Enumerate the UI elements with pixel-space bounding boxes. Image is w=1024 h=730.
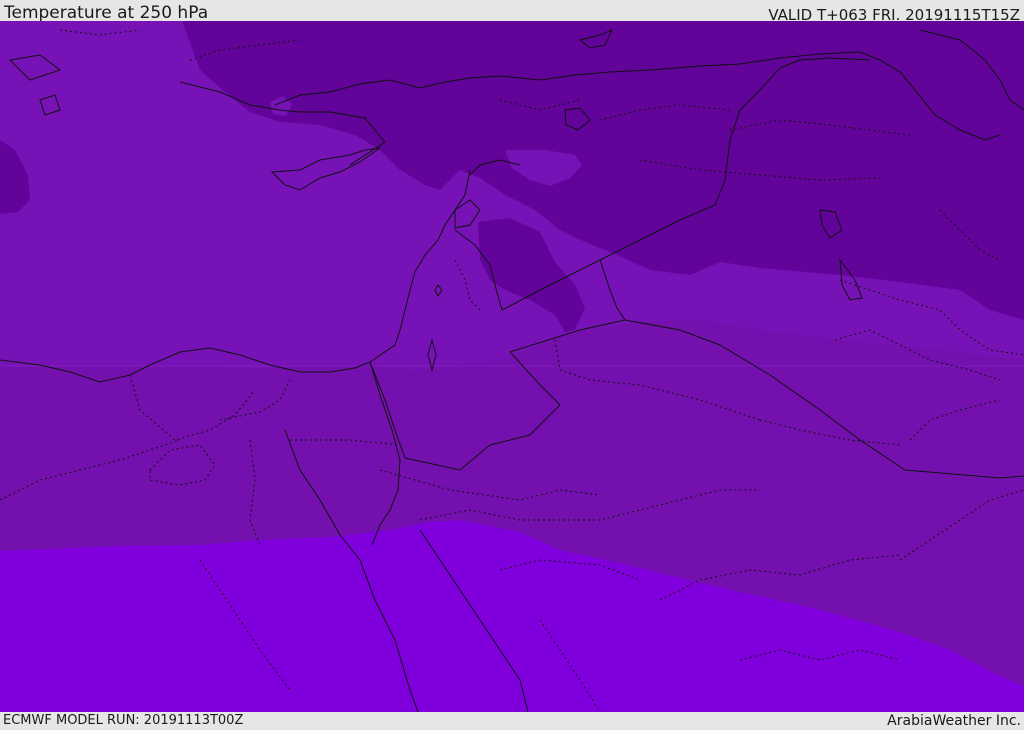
weather-map	[0, 21, 1024, 712]
map-title: Temperature at 250 hPa	[4, 3, 209, 23]
footer-bar: ECMWF MODEL RUN: 20191113T00Z ArabiaWeat…	[0, 712, 1024, 729]
header-bar: Temperature at 250 hPa VALID T+063 FRI. …	[0, 0, 1024, 24]
credit-label: ArabiaWeather Inc.	[887, 713, 1021, 729]
model-run-label: ECMWF MODEL RUN: 20191113T00Z	[3, 713, 244, 728]
